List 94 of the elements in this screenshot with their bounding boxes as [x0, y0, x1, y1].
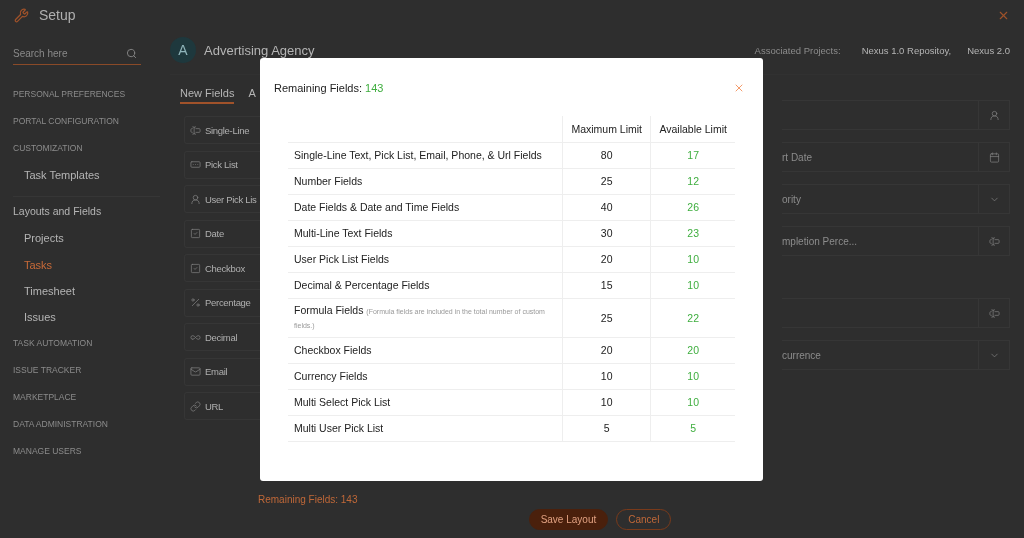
calendar-icon [988, 151, 1000, 163]
search-field[interactable]: Search here [13, 43, 126, 63]
table-cell: Single-Line Text, Pick List, Email, Phone, & Url Fields [288, 142, 563, 169]
save-button[interactable]: Save Layout [528, 509, 609, 530]
table-cell: 22 [650, 298, 735, 338]
sidebar-heading[interactable]: MANAGE USERS [13, 438, 160, 466]
checkbox-icon [190, 228, 201, 239]
table-cell: Multi User Pick List [288, 415, 563, 442]
table-cell: 10 [650, 363, 735, 390]
table-cell: Multi Select Pick List [288, 389, 563, 416]
user-icon [988, 109, 1000, 121]
sidebar-item[interactable]: Task Templates [13, 162, 160, 189]
table-cell: 20 [562, 337, 651, 364]
field-label: rt Date [782, 151, 813, 163]
field-label: mpletion Perce... [782, 235, 859, 247]
sidebar-item[interactable]: Timesheet [13, 277, 160, 305]
field-type-label: Single-Line [205, 124, 250, 136]
table-cell: 40 [562, 194, 651, 221]
project-name: Nexus 2.0 [967, 44, 1010, 56]
sidebar-heading[interactable]: PERSONAL PREFERENCES [13, 81, 160, 108]
table-cell: 25 [562, 298, 651, 338]
layout-field[interactable]: mpletion Perce... [782, 226, 1010, 256]
table-cell: 80 [562, 142, 651, 169]
mail-icon [190, 366, 201, 377]
project-name: Nexus 1.0 Repositoy, [861, 44, 952, 56]
text-input-icon [988, 235, 1000, 247]
field-label: ority [782, 193, 802, 205]
checkbox-icon [190, 262, 201, 274]
sidebar-item[interactable]: Issues [13, 304, 160, 331]
table-cell: User Pick List Fields [288, 246, 563, 273]
sidebar-heading[interactable]: ISSUE TRACKER [13, 357, 160, 385]
text-input-icon [190, 124, 201, 136]
field-type-label: Date [205, 228, 224, 239]
percent-icon [190, 297, 201, 308]
sidebar-heading[interactable]: MARKETPLACE [13, 384, 160, 412]
table-cell: 17 [650, 142, 735, 169]
organization-name: Advertising Agency [204, 42, 315, 58]
table-cell: 26 [650, 194, 735, 221]
search-icon[interactable] [126, 47, 137, 59]
close-button[interactable] [733, 82, 745, 94]
link-icon [190, 400, 201, 412]
modal-title: Remaining Fields: 143 [274, 82, 384, 94]
layout-field[interactable] [782, 100, 1010, 130]
field-type-label: Decimal [205, 331, 238, 343]
field-type-label: URL [205, 400, 224, 412]
table-cell: 10 [650, 272, 735, 299]
table-cell: 10 [562, 363, 651, 390]
table-cell: 5 [650, 415, 735, 442]
sidebar-item[interactable]: Projects [13, 225, 160, 252]
table-cell: Number Fields [288, 168, 563, 195]
table-cell: 15 [562, 272, 651, 299]
column-header: Available Limit [650, 116, 735, 143]
layout-field[interactable]: currence [782, 340, 1010, 370]
picklist-icon [190, 159, 201, 170]
table-cell: Date Fields & Date and Time Fields [288, 194, 563, 221]
field-type-label: User Pick Lis [205, 193, 257, 205]
table-cell: 10 [650, 389, 735, 416]
associated-projects-label: Associated Projects: [754, 44, 841, 56]
sidebar-group: Layouts and Fields [13, 196, 160, 226]
table-cell: 20 [562, 246, 651, 273]
window-title: Setup [39, 7, 76, 23]
wrench-icon [14, 7, 29, 23]
field-type-label: Email [205, 366, 228, 377]
field-type-label: Checkbox [205, 262, 245, 274]
table-cell: 23 [650, 220, 735, 247]
layout-field[interactable]: ority [782, 184, 1010, 214]
table-cell: 10 [650, 246, 735, 273]
field-type-label: Percentage [205, 297, 251, 308]
user-icon [190, 193, 201, 205]
table-cell: 25 [562, 168, 651, 195]
text-input-icon [988, 307, 1000, 319]
table-cell: 5 [562, 415, 651, 442]
sidebar-heading[interactable]: PORTAL CONFIGURATION [13, 108, 160, 135]
table-cell: Multi-Line Text Fields [288, 220, 563, 247]
table-cell: Currency Fields [288, 363, 563, 390]
remaining-fields-text: Remaining Fields: 143 [258, 494, 358, 505]
field-type-label: Pick List [205, 159, 238, 170]
avatar: A [170, 37, 196, 63]
column-header: Maximum Limit [562, 116, 651, 143]
sidebar-item[interactable]: Tasks [13, 251, 160, 278]
sidebar-heading[interactable]: CUSTOMIZATION [13, 135, 160, 162]
table-cell: Checkbox Fields [288, 337, 563, 364]
table-cell: 10 [562, 389, 651, 416]
table-cell: Decimal & Percentage Fields [288, 272, 563, 299]
table-cell: 20 [650, 337, 735, 364]
layout-field[interactable] [782, 298, 1010, 328]
tab[interactable]: A [248, 87, 256, 104]
sidebar-heading[interactable]: TASK AUTOMATION [13, 330, 160, 358]
sidebar-heading[interactable]: DATA ADMINISTRATION [13, 411, 160, 439]
field-label: currence [782, 349, 822, 361]
layout-field[interactable]: rt Date [782, 142, 1010, 172]
table-cell: 30 [562, 220, 651, 247]
table-cell: 12 [650, 168, 735, 195]
tab[interactable]: New Fields [180, 87, 235, 104]
